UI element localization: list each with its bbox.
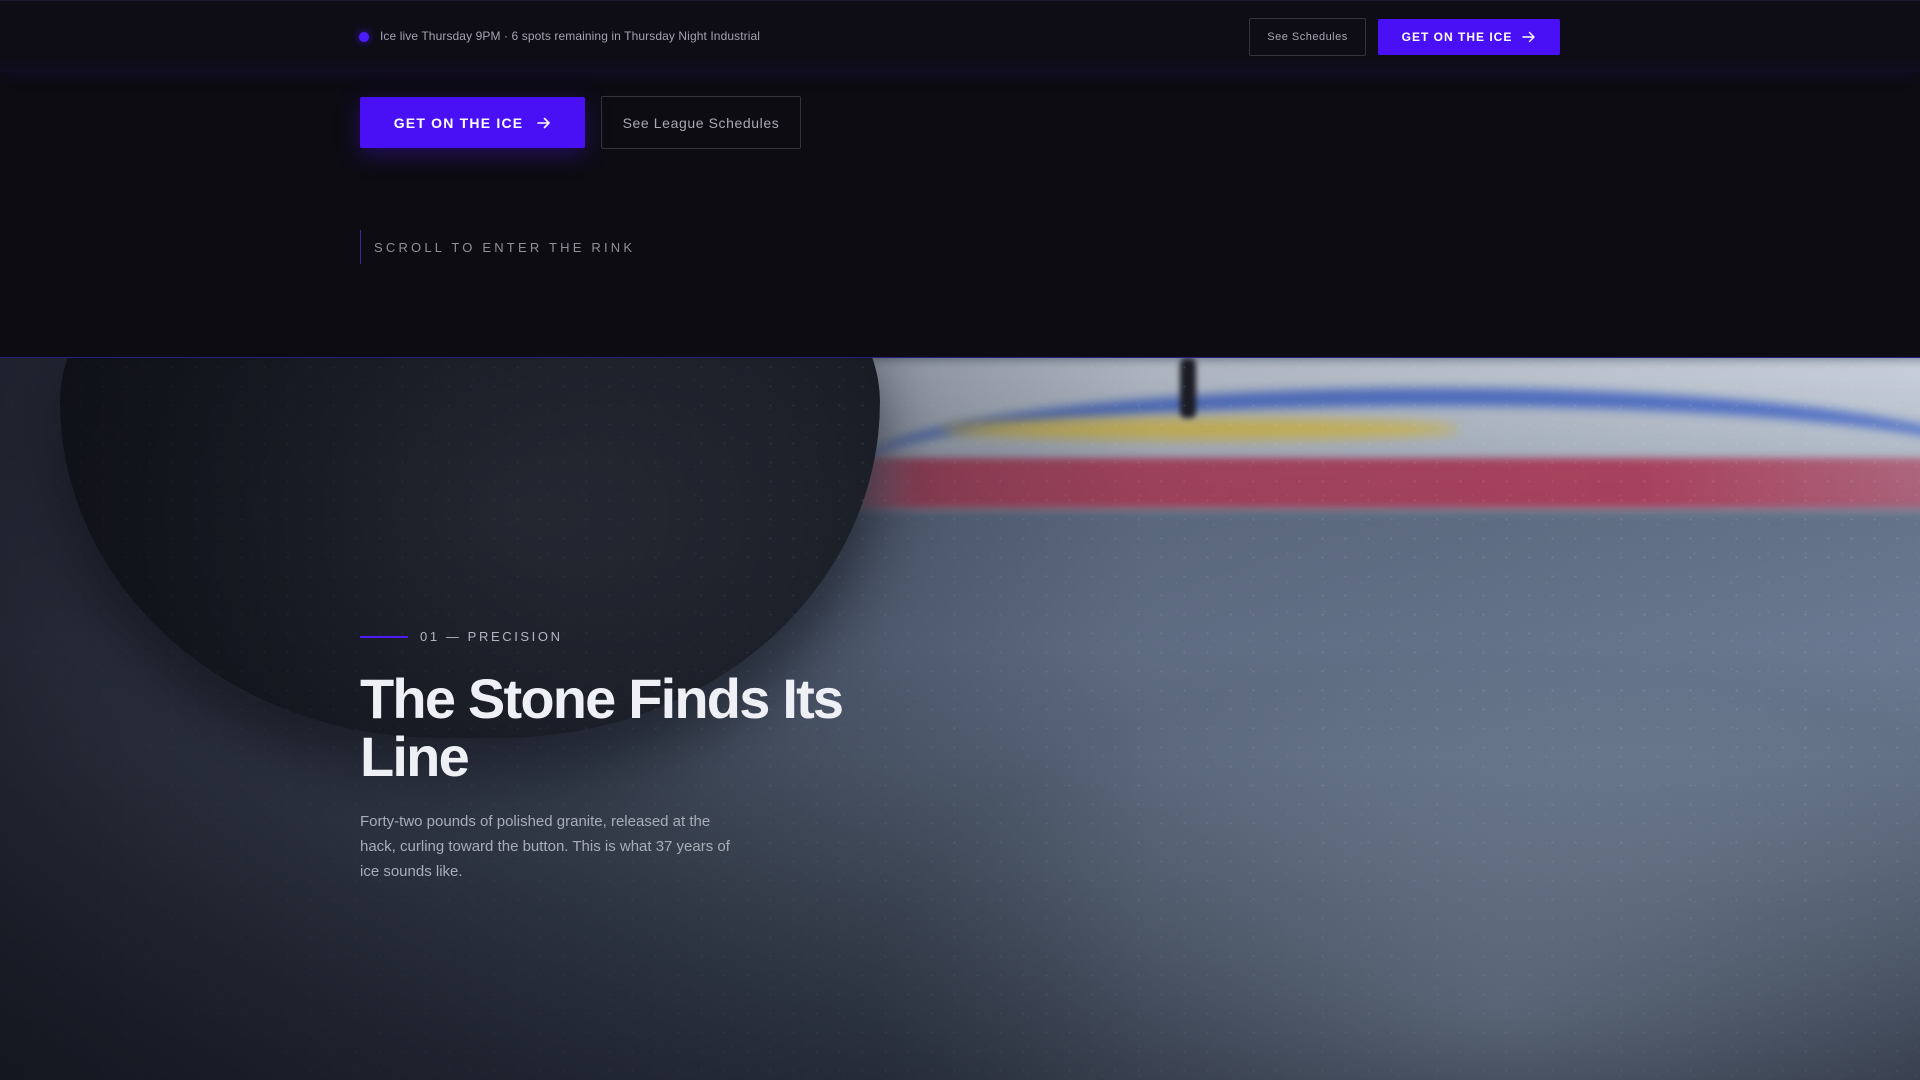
scene-gradient-overlay xyxy=(0,358,1920,1080)
section-eyebrow: 01 — PRECISION xyxy=(360,629,563,644)
section-body-copy: Forty-two pounds of polished granite, re… xyxy=(360,813,730,880)
section-headline: The Stone Finds Its Line xyxy=(360,667,844,788)
ice-status-text: Ice live Thursday 9PM · 6 spots remainin… xyxy=(380,29,761,43)
see-schedules-button[interactable]: See Schedules xyxy=(1249,18,1366,56)
scroll-cue-text: SCROLL TO ENTER THE RINK xyxy=(374,239,636,255)
live-dot-icon xyxy=(359,32,369,42)
see-league-schedules-button[interactable]: See League Schedules xyxy=(601,96,801,149)
eyebrow-rule xyxy=(360,635,408,638)
precision-section xyxy=(0,357,1920,1080)
get-on-the-ice-nav-button[interactable]: GET ON THE ICE xyxy=(1378,19,1560,55)
get-on-the-ice-nav-label: GET ON THE ICE xyxy=(1401,30,1513,44)
top-bar: Ice live Thursday 9PM · 6 spots remainin… xyxy=(0,0,1920,72)
get-on-the-ice-hero-label: GET ON THE ICE xyxy=(393,114,524,131)
arrow-right-icon xyxy=(1522,31,1536,43)
get-on-the-ice-hero-button[interactable]: GET ON THE ICE xyxy=(360,97,585,148)
scroll-cue: SCROLL TO ENTER THE RINK xyxy=(360,230,635,264)
section-label-text: 01 — PRECISION xyxy=(420,629,563,644)
arrow-right-icon xyxy=(537,117,551,128)
